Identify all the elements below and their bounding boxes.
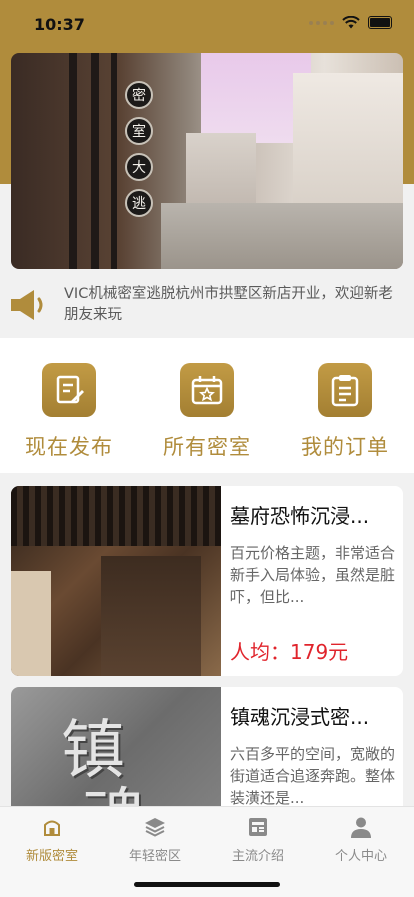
tab-label: 主流介绍	[231, 849, 284, 864]
tab-label: 个人中心	[334, 849, 387, 864]
speaker-icon	[11, 290, 43, 320]
banner-image[interactable]: 密 室 大 逃	[11, 53, 403, 269]
room-title: 镇魂沉浸式密...	[230, 705, 370, 729]
room-price: 人均：179元	[230, 640, 349, 664]
tab-new-rooms[interactable]: 新版密室	[2, 815, 102, 864]
news-icon	[249, 818, 267, 836]
clipboard-icon	[318, 363, 372, 417]
calendar-star-icon	[180, 363, 234, 417]
status-time: 10:37	[34, 15, 85, 34]
menu-label: 我的订单	[301, 435, 389, 459]
tab-young-rooms[interactable]: 年轻密区	[105, 815, 205, 864]
room-thumbnail	[11, 486, 221, 676]
menu-label: 所有密室	[163, 435, 251, 459]
banner-sign: 密 室 大 逃	[125, 81, 153, 217]
home-indicator[interactable]	[134, 882, 280, 887]
tab-mainstream[interactable]: 主流介绍	[208, 815, 308, 864]
tab-profile[interactable]: 个人中心	[311, 815, 411, 864]
menu-my-orders[interactable]: 我的订单	[290, 363, 400, 461]
sign-char: 室	[125, 117, 153, 145]
status-bar: 10:37	[0, 0, 414, 52]
tab-label: 新版密室	[25, 849, 78, 864]
notice-text: VIC机械密室逃脱杭州市拱墅区新店开业，欢迎新老朋友来玩	[64, 286, 393, 323]
room-description: 六百多平的空间，宽敞的街道适合追逐奔跑。整体装潢还是...	[230, 745, 395, 807]
edit-document-icon	[42, 363, 96, 417]
signal-icon	[309, 20, 334, 25]
room-description: 百元价格主题，非常适合新手入局体验，虽然是脏吓，但比...	[230, 544, 395, 606]
status-icons	[309, 16, 392, 29]
sign-char: 密	[125, 81, 153, 109]
home-icon	[44, 820, 60, 836]
menu-label: 现在发布	[25, 435, 113, 459]
room-title: 墓府恐怖沉浸...	[230, 504, 370, 528]
wifi-icon	[342, 16, 360, 29]
menu-all-rooms[interactable]: 所有密室	[152, 363, 262, 461]
sign-char: 大	[125, 153, 153, 181]
menu-publish[interactable]: 现在发布	[14, 363, 124, 461]
sign-char: 逃	[125, 189, 153, 217]
layers-icon	[145, 818, 165, 837]
room-card[interactable]: 墓府恐怖沉浸... 百元价格主题，非常适合新手入局体验，虽然是脏吓，但比... …	[11, 486, 403, 676]
battery-icon	[368, 16, 392, 29]
person-icon	[351, 817, 371, 838]
tab-label: 年轻密区	[128, 849, 181, 864]
